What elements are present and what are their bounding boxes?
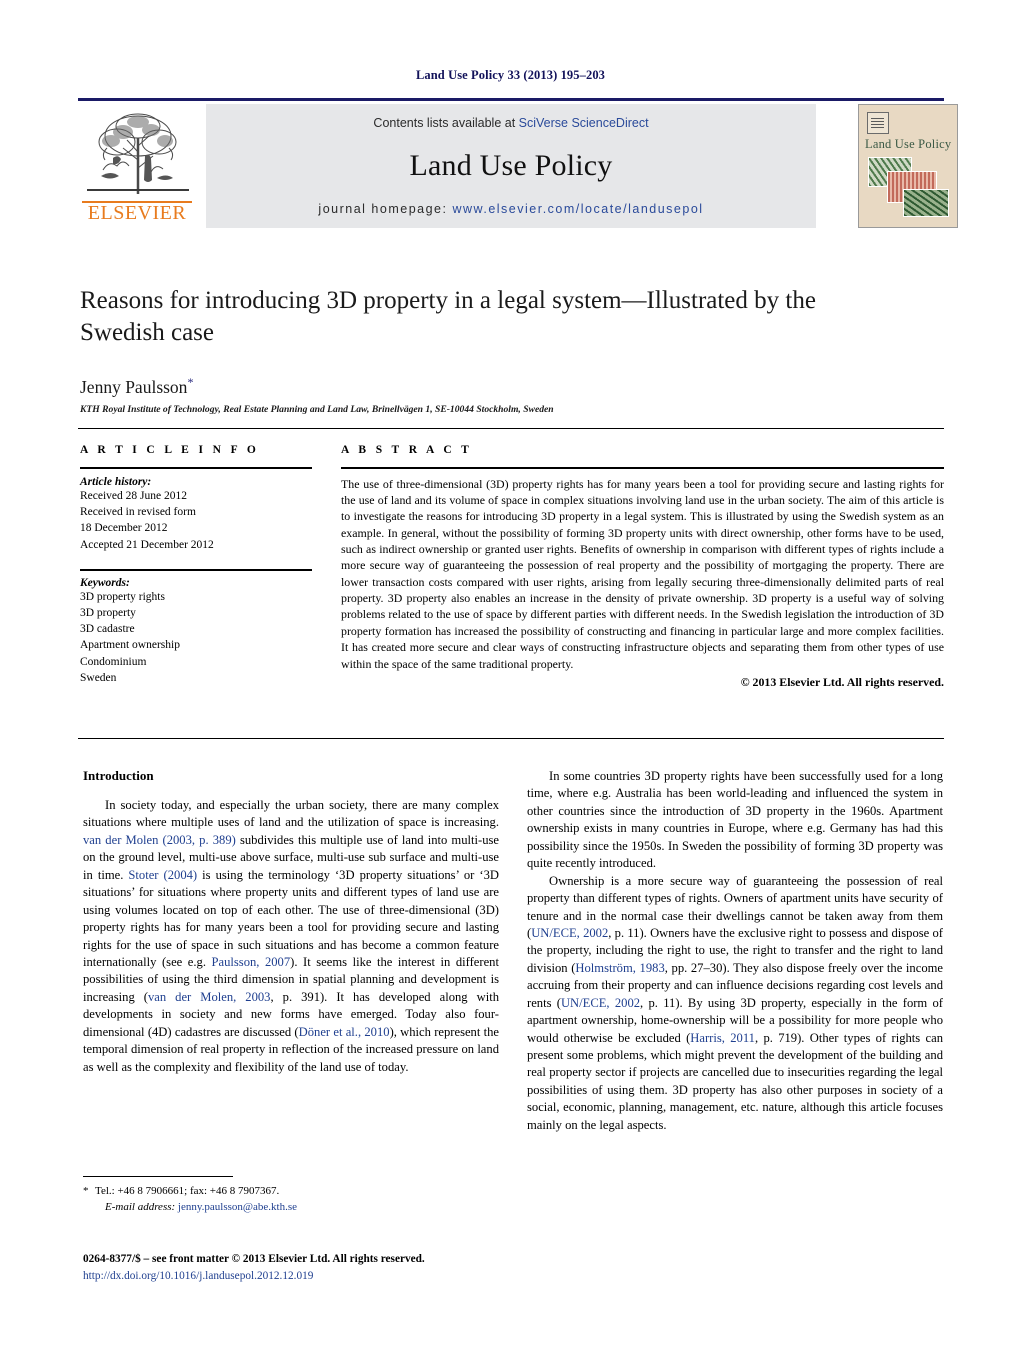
footnote-email-line: E-mail address: jenny.paulsson@abe.kth.s… [83,1200,499,1216]
paragraph-right-2: Ownership is a more secure way of guaran… [527,873,943,1135]
journal-homepage-link[interactable]: www.elsevier.com/locate/landusepol [452,202,703,216]
cover-photo-3 [903,189,949,217]
history-accepted: Accepted 21 December 2012 [80,538,214,551]
citation-link[interactable]: UN/ECE, 2002 [561,996,640,1010]
citation-link[interactable]: Döner et al., 2010 [299,1025,390,1039]
body-column-left: Introduction In society today, and espec… [83,768,499,1076]
page-footer: 0264-8377/$ – see front matter © 2013 El… [83,1251,583,1285]
keyword-item: Sweden [80,672,117,685]
citation-link[interactable]: Harris, 2011 [690,1031,755,1045]
masthead-band: Contents lists available at SciVerse Sci… [206,104,816,228]
contents-available-line: Contents lists available at SciVerse Sci… [206,116,816,130]
citation-link[interactable]: Holmström, 1983 [575,961,664,975]
footnote-rule [83,1176,233,1177]
masthead-top-rule [78,98,944,101]
abstract-text: The use of three-dimensional (3D) proper… [341,476,944,671]
citation-link[interactable]: Paulsson, 2007 [212,955,291,969]
article-info-heading: A R T I C L E I N F O [80,444,260,456]
citation-link[interactable]: Stoter (2004) [128,868,197,882]
keywords-rule [80,568,312,571]
article-title: Reasons for introducing 3D property in a… [80,287,816,346]
section-heading-introduction: Introduction [83,768,154,783]
info-section-bottom-rule [78,738,944,739]
keyword-item: 3D property [80,606,136,619]
cover-publisher-icon [867,112,889,134]
author-name: Jenny Paulsson [80,376,188,397]
text-run: , p. 719). Other types of rights can pre… [527,1030,943,1132]
journal-cover-thumbnail: Land Use Policy [858,104,958,228]
text-run: is using the terminology ‘3D property si… [83,867,499,969]
doi-link[interactable]: http://dx.doi.org/10.1016/j.landusepol.2… [83,1268,583,1285]
citation-link[interactable]: UN/ECE, 2002 [531,926,608,940]
history-revised-label: Received in revised form [80,505,196,518]
keyword-item: 3D property rights [80,590,165,603]
citation-link[interactable]: van der Molen (2003, p. 389) [83,833,236,847]
abstract-heading: A B S T R A C T [341,444,473,456]
abstract-column: A B S T R A C T The use of three-dimensi… [341,444,944,690]
paragraph-right-1: In some countries 3D property rights hav… [527,769,943,871]
keyword-item: Condominium [80,655,147,668]
frontmatter-line: 0264-8377/$ – see front matter © 2013 El… [83,1253,425,1265]
info-section-top-rule [78,428,944,429]
elsevier-wordmark: ELSEVIER [87,202,187,224]
elsevier-tree-icon [87,113,189,194]
article-author: Jenny Paulsson* [80,375,850,398]
abstract-rule [341,467,944,469]
contents-prefix: Contents lists available at [373,116,519,130]
body-column-right: In some countries 3D property rights hav… [527,768,943,1134]
article-history-label: Article history: [80,475,152,488]
footnote-tel: Tel.: +46 8 7906661; fax: +46 8 7907367. [95,1185,280,1197]
author-footnote: * Tel.: +46 8 7906661; fax: +46 8 7907367… [83,1184,499,1216]
elsevier-logo: ELSEVIER [78,106,196,228]
abstract-copyright: © 2013 Elsevier Ltd. All rights reserved… [740,674,944,689]
cover-title: Land Use Policy [865,137,952,151]
keyword-item: 3D cadastre [80,623,135,636]
keywords-label: Keywords: [80,576,130,589]
author-affiliation: KTH Royal Institute of Technology, Real … [80,404,554,415]
journal-masthead: ELSEVIER Contents lists available at Sci… [78,98,944,230]
article-info-column: A R T I C L E I N F O Article history: R… [80,444,312,686]
text-run: In society today, and especially the urb… [83,798,499,830]
homepage-prefix: journal homepage: [318,202,453,216]
citation-link[interactable]: van der Molen, 2003 [148,990,271,1004]
history-received: Received 28 June 2012 [80,489,187,502]
journal-title: Land Use Policy [409,149,613,182]
paragraph-intro-1: In society today, and especially the urb… [83,797,499,1076]
journal-homepage-line: journal homepage: www.elsevier.com/locat… [206,202,816,216]
paper-page: Land Use Policy 33 (2013) 195–203 ELSEVI… [0,0,1021,1351]
running-head: Land Use Policy 33 (2013) 195–203 [415,68,606,82]
author-footnote-marker[interactable]: * [187,375,193,389]
footnote-email-link[interactable]: jenny.paulsson@abe.kth.se [178,1201,297,1213]
footnote-tel-line: * Tel.: +46 8 7906661; fax: +46 8 7907367… [83,1184,499,1200]
footnote-email-label: E-mail address: [105,1200,176,1213]
keyword-item: Apartment ownership [80,639,180,652]
footnote-marker: * [83,1185,89,1197]
sciencedirect-link[interactable]: SciVerse ScienceDirect [519,116,649,130]
article-info-rule [80,467,312,469]
history-revised-date: 18 December 2012 [80,522,168,535]
